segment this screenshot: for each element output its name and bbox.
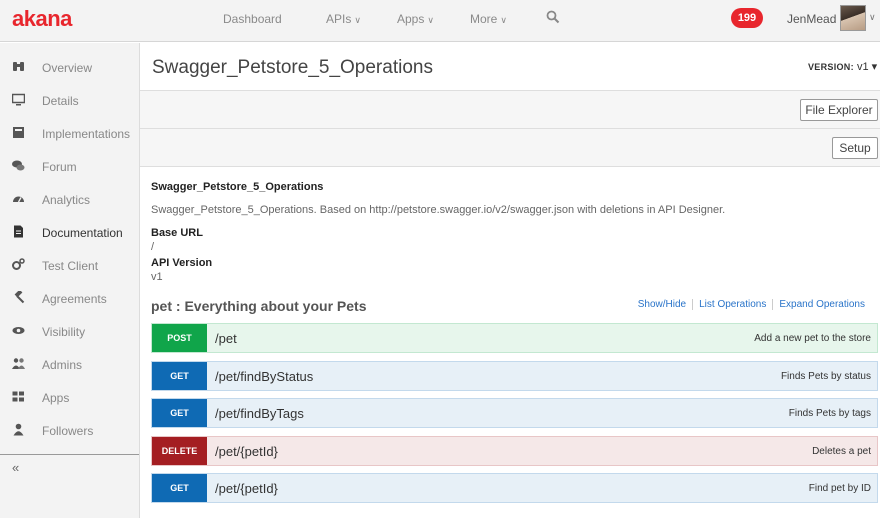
nav-apis-dropdown[interactable]: APIs ∨ [326,12,361,26]
show-hide-link[interactable]: Show/Hide [632,299,692,310]
sidebar-item-label: Apps [42,391,70,405]
setup-button[interactable]: Setup [832,137,878,159]
notification-badge[interactable]: 199 [731,8,763,28]
method-badge: GET [152,362,207,390]
user-icon [12,423,25,436]
operation-row[interactable]: POST /pet Add a new pet to the store [151,323,878,353]
sidebar-item-overview[interactable]: Overview [0,51,139,83]
operation-summary: Finds Pets by tags [788,408,871,419]
operation-row[interactable]: GET /pet/findByTags Finds Pets by tags [151,398,878,428]
resource-section-title[interactable]: pet : Everything about your Pets [151,298,366,314]
cogs-icon [12,258,25,271]
resource-links: Show/Hide List Operations Expand Operation… [632,299,871,310]
nav-more-label: More [470,12,498,26]
comments-icon [12,159,25,172]
nav-apps-label: Apps [397,12,425,26]
operation-summary: Deletes a pet [812,446,871,457]
sidebar-item-implementations[interactable]: Implementations [0,117,139,149]
method-badge: POST [152,324,207,352]
nav-more-dropdown[interactable]: More ∨ [470,12,507,26]
sidebar-item-forum[interactable]: Forum [0,150,139,182]
sidebar-item-details[interactable]: Details [0,84,139,116]
users-icon [12,357,25,370]
sidebar-item-label: Implementations [42,127,131,141]
sidebar-item-label: Followers [42,424,94,438]
operation-path[interactable]: /pet/findByTags [215,406,304,421]
chevron-down-icon: ∨ [500,15,507,25]
binoculars-icon [12,60,25,73]
sidebar: Overview Details Implementations Forum A… [0,43,140,518]
chevron-down-icon[interactable]: ∨ [869,12,876,23]
sidebar-item-documentation[interactable]: Documentation [0,216,139,248]
caret-down-icon: ▾ [868,61,878,73]
sidebar-item-label: Forum [42,160,77,174]
sidebar-item-agreements[interactable]: Agreements [0,282,139,314]
sidebar-item-visibility[interactable]: Visibility [0,315,139,347]
top-navbar: akana Dashboard APIs ∨ Apps ∨ More ∨ 199 Je… [0,0,880,42]
operation-path[interactable]: /pet [215,331,237,346]
page-title: Swagger_Petstore_5_Operations [152,57,433,78]
operation-row[interactable]: DELETE /pet/{petId} Deletes a pet [151,436,878,466]
operation-path[interactable]: /pet/{petId} [215,481,278,496]
sidebar-item-label: Test Client [42,259,99,273]
book-icon [12,126,25,139]
nav-dashboard-label: Dashboard [223,12,282,26]
operation-summary: Find pet by ID [808,483,871,494]
chevron-down-icon: ∨ [427,15,434,25]
collapse-sidebar-icon[interactable]: « [12,460,19,475]
expand-operations-link[interactable]: Expand Operations [772,299,871,310]
gavel-icon [12,289,25,304]
version-value: v1 [857,61,869,73]
dashboard-icon [12,192,25,205]
file-explorer-button[interactable]: File Explorer [800,99,878,121]
sidebar-item-label: Details [42,94,79,108]
chevron-down-icon: ∨ [354,15,361,25]
api-version-label: API Version [151,257,213,269]
operation-path[interactable]: /pet/{petId} [215,444,278,459]
api-description: Swagger_Petstore_5_Operations. Based on … [151,204,726,216]
sidebar-item-admins[interactable]: Admins [0,348,139,380]
grid-icon [12,390,25,403]
method-badge: DELETE [152,437,207,465]
list-operations-link[interactable]: List Operations [692,299,773,310]
sidebar-item-test-client[interactable]: Test Client [0,249,139,281]
sidebar-item-label: Overview [42,61,93,75]
operation-row[interactable]: GET /pet/findByStatus Finds Pets by stat… [151,361,878,391]
monitor-icon [11,93,26,106]
api-name: Swagger_Petstore_5_Operations [151,181,324,193]
operation-row[interactable]: GET /pet/{petId} Find pet by ID [151,473,878,503]
base-url-label: Base URL [151,227,203,239]
nav-apps-dropdown[interactable]: Apps ∨ [397,12,434,26]
api-version-value: v1 [151,271,163,283]
sidebar-item-label: Admins [42,358,83,372]
akana-logo[interactable]: akana [12,6,72,32]
nav-dashboard[interactable]: Dashboard [223,12,282,26]
nav-apis-label: APIs [326,12,352,26]
sidebar-item-analytics[interactable]: Analytics [0,183,139,215]
user-name[interactable]: JenMead [787,12,836,26]
sidebar-item-apps[interactable]: Apps [0,381,139,413]
documentation-content: Swagger_Petstore_5_Operations Swagger_Pe… [140,167,880,518]
base-url-value: / [151,241,155,253]
operation-summary: Add a new pet to the store [754,333,871,344]
page-header: Swagger_Petstore_5_Operations VERSION: v… [140,43,880,91]
operation-path[interactable]: /pet/findByStatus [215,369,313,384]
operation-summary: Finds Pets by status [780,371,871,382]
method-badge: GET [152,474,207,502]
eye-icon [12,324,25,337]
document-icon [12,225,25,238]
method-badge: GET [152,399,207,427]
sidebar-item-label: Agreements [42,292,107,306]
sidebar-divider [0,454,139,455]
toolbar-file-explorer: File Explorer [140,91,880,129]
version-label: VERSION: [808,62,854,72]
toolbar-setup: Setup [140,129,880,167]
search-icon[interactable] [546,10,562,26]
version-selector[interactable]: v1 ▾ [857,60,877,73]
sidebar-item-label: Documentation [42,226,123,240]
sidebar-item-followers[interactable]: Followers [0,414,139,446]
avatar[interactable] [840,5,866,31]
sidebar-item-label: Analytics [42,193,91,207]
sidebar-item-label: Visibility [42,325,86,339]
